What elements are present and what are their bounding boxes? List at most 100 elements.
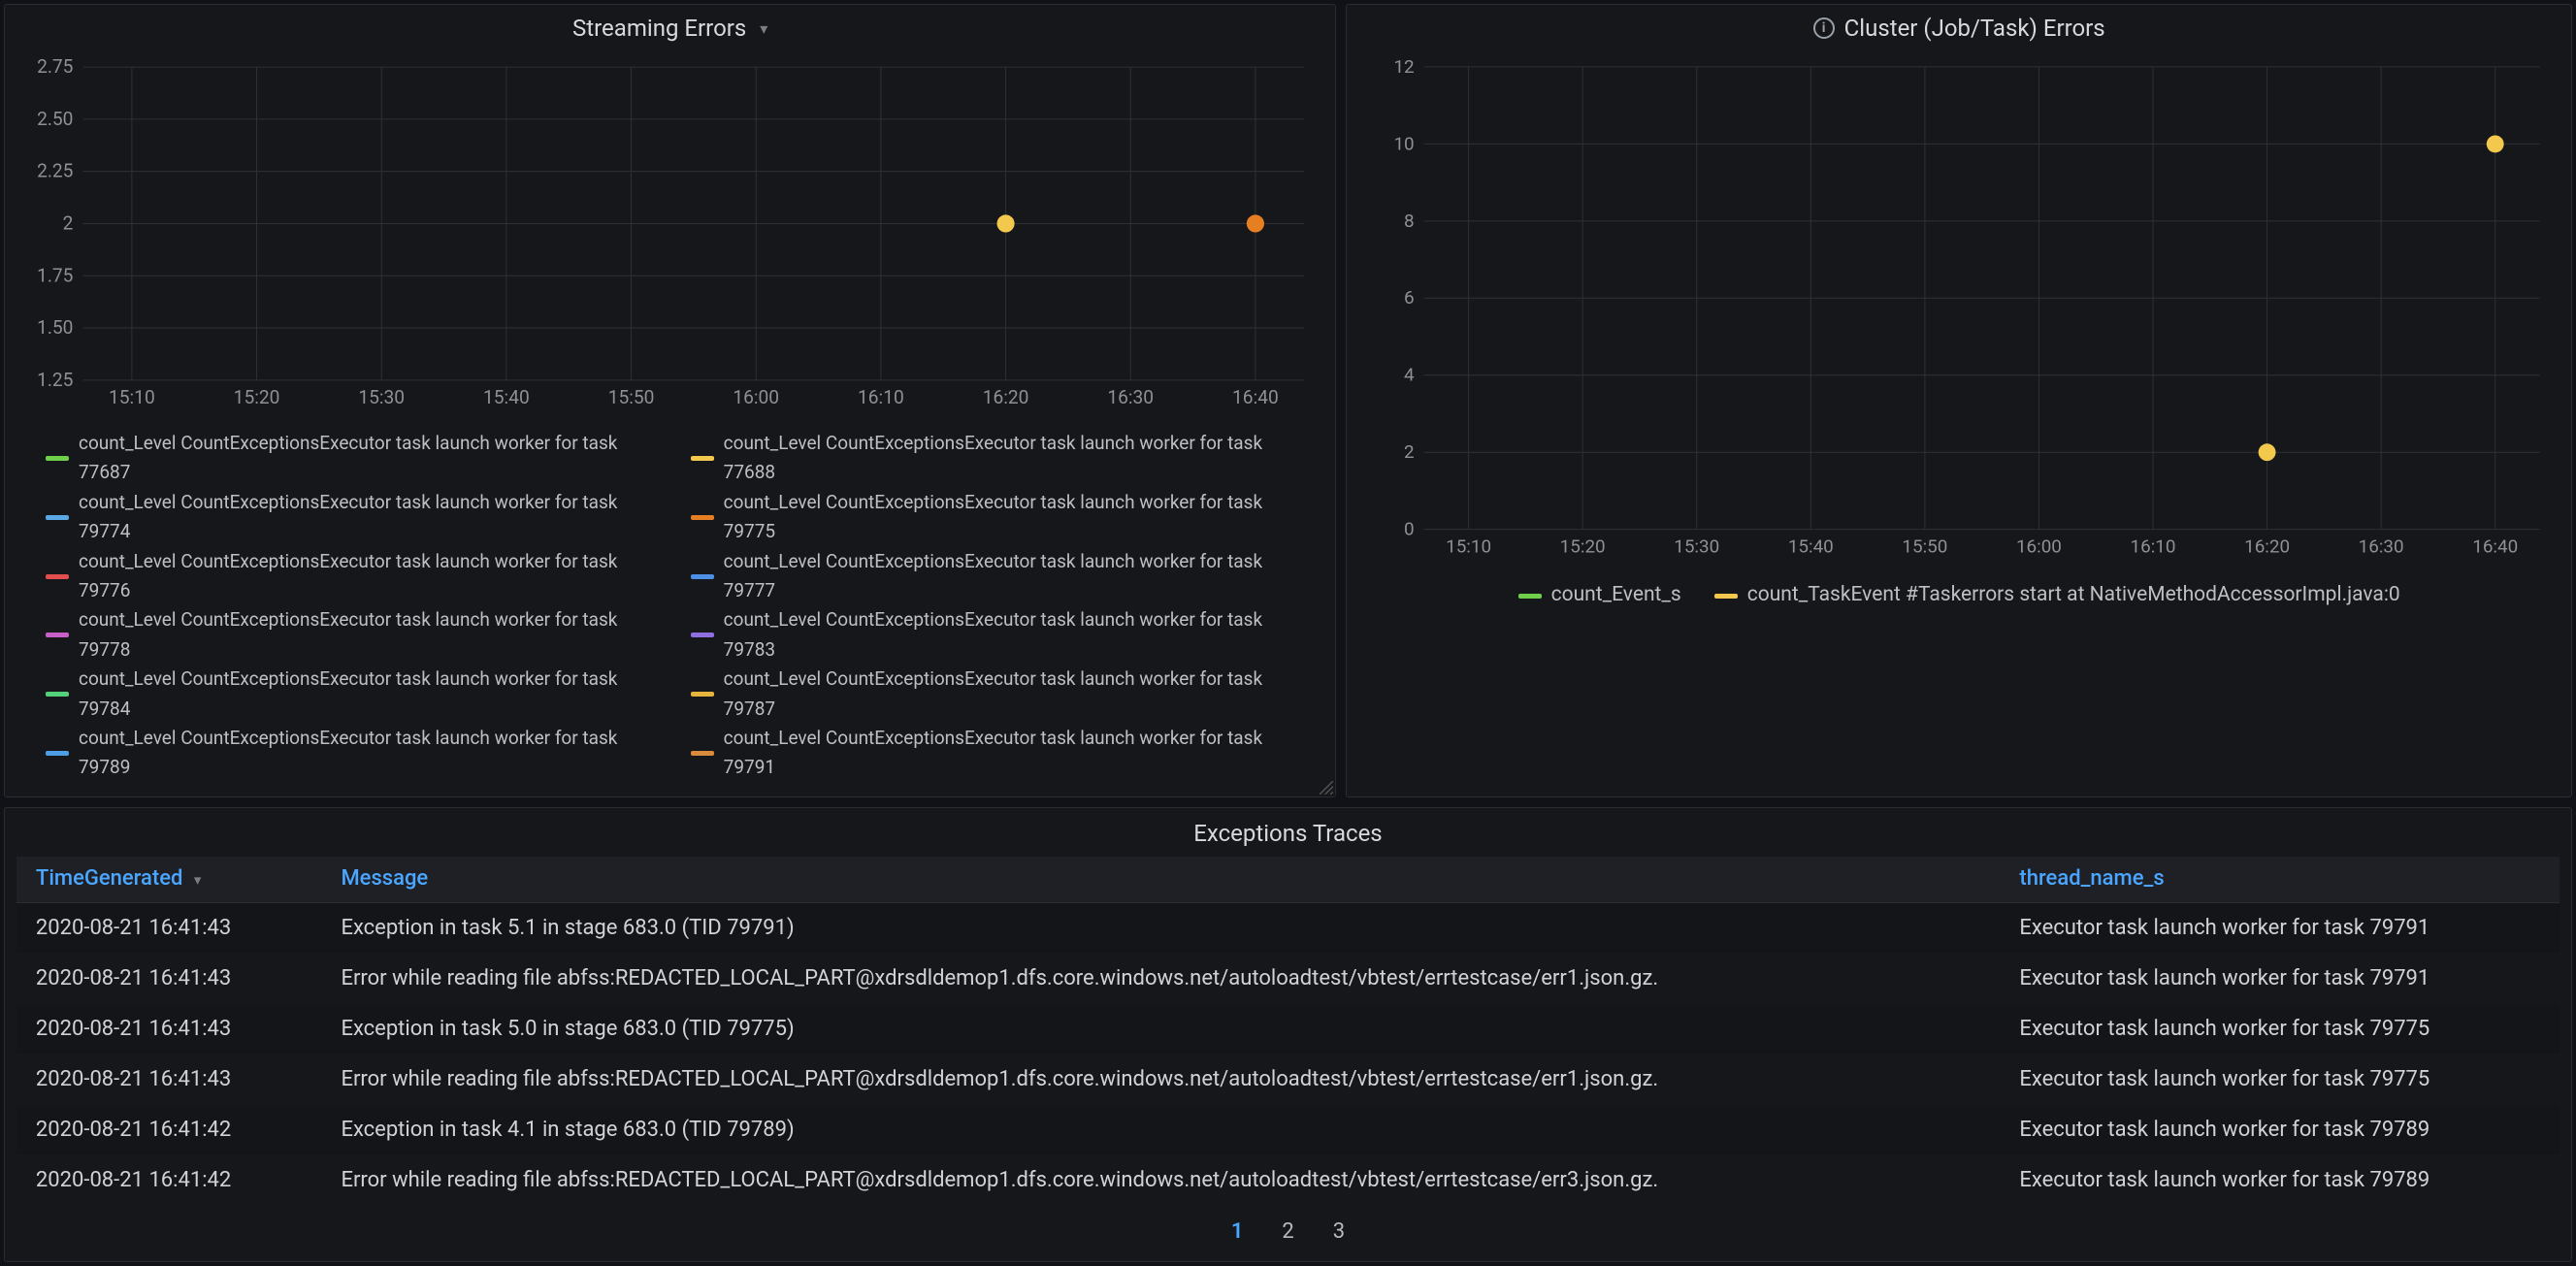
table-row[interactable]: 2020-08-21 16:41:42Error while reading f… <box>16 1154 2560 1205</box>
col-header-label: thread_name_s <box>2019 866 2164 891</box>
svg-text:16:20: 16:20 <box>2244 535 2290 557</box>
legend-swatch <box>1714 594 1738 599</box>
panel-exceptions-traces: Exceptions Traces TimeGenerated ▾ Messag… <box>4 807 2572 1262</box>
legend-label: count_Level CountExceptionsExecutor task… <box>724 547 1309 606</box>
cell-message: Error while reading file abfss:REDACTED_… <box>321 1154 2000 1205</box>
legend-item[interactable]: count_Level CountExceptionsExecutor task… <box>691 429 1309 488</box>
legend-label: count_Level CountExceptionsExecutor task… <box>724 665 1309 724</box>
chart-streaming[interactable]: 1.251.501.7522.252.502.7515:1015:2015:30… <box>5 48 1335 423</box>
col-header-label: TimeGenerated <box>36 866 183 891</box>
legend-label: count_Level CountExceptionsExecutor task… <box>79 429 664 488</box>
svg-text:16:20: 16:20 <box>983 386 1029 408</box>
svg-text:2: 2 <box>1404 440 1415 463</box>
legend-streaming: count_Level CountExceptionsExecutor task… <box>5 423 1335 796</box>
svg-text:15:10: 15:10 <box>109 386 155 408</box>
cell-thread: Executor task launch worker for task 797… <box>2000 902 2560 953</box>
legend-item[interactable]: count_Level CountExceptionsExecutor task… <box>46 605 664 665</box>
svg-text:15:10: 15:10 <box>1446 535 1491 557</box>
cell-message: Exception in task 4.1 in stage 683.0 (TI… <box>321 1104 2000 1154</box>
pagination: 1 2 3 <box>5 1206 2571 1261</box>
col-header-message[interactable]: Message <box>321 857 2000 903</box>
cell-thread: Executor task launch worker for task 797… <box>2000 1154 2560 1205</box>
page-3[interactable]: 3 <box>1333 1219 1345 1244</box>
svg-text:16:40: 16:40 <box>1232 386 1279 408</box>
legend-label: count_Level CountExceptionsExecutor task… <box>79 724 664 783</box>
legend-item[interactable]: count_TaskEvent #Taskerrors start at Nat… <box>1714 579 2400 612</box>
legend-item[interactable]: count_Level CountExceptionsExecutor task… <box>691 605 1309 665</box>
legend-item[interactable]: count_Level CountExceptionsExecutor task… <box>691 724 1309 783</box>
panel-title-table[interactable]: Exceptions Traces <box>5 808 2571 857</box>
svg-text:16:00: 16:00 <box>2016 535 2062 557</box>
cell-thread: Executor task launch worker for task 797… <box>2000 953 2560 1003</box>
cell-thread: Executor task launch worker for task 797… <box>2000 1054 2560 1104</box>
svg-text:15:40: 15:40 <box>483 386 530 408</box>
svg-text:1.50: 1.50 <box>37 316 73 339</box>
table-row[interactable]: 2020-08-21 16:41:43Exception in task 5.0… <box>16 1003 2560 1054</box>
legend-item[interactable]: count_Event_s <box>1518 579 1681 612</box>
svg-text:15:20: 15:20 <box>1560 535 1606 557</box>
table-row[interactable]: 2020-08-21 16:41:42Exception in task 4.1… <box>16 1104 2560 1154</box>
panel-cluster-errors: i Cluster (Job/Task) Errors 02468101215:… <box>1346 4 2572 797</box>
svg-text:15:30: 15:30 <box>1675 535 1720 557</box>
svg-text:10: 10 <box>1394 132 1415 154</box>
cell-thread: Executor task launch worker for task 797… <box>2000 1104 2560 1154</box>
svg-text:4: 4 <box>1404 364 1415 386</box>
legend-item[interactable]: count_Level CountExceptionsExecutor task… <box>46 429 664 488</box>
legend-item[interactable]: count_Level CountExceptionsExecutor task… <box>46 665 664 724</box>
svg-text:1.25: 1.25 <box>37 369 74 391</box>
panel-streaming-errors: Streaming Errors ▾ 1.251.501.7522.252.50… <box>4 4 1336 797</box>
table-row[interactable]: 2020-08-21 16:41:43Error while reading f… <box>16 953 2560 1003</box>
legend-swatch <box>1518 594 1542 599</box>
panel-title-cluster[interactable]: i Cluster (Job/Task) Errors <box>1347 5 2571 48</box>
cell-time: 2020-08-21 16:41:43 <box>16 1003 322 1054</box>
legend-label: count_Level CountExceptionsExecutor task… <box>79 547 664 606</box>
panel-title-streaming[interactable]: Streaming Errors ▾ <box>5 5 1335 48</box>
col-header-threadname[interactable]: thread_name_s <box>2000 857 2560 903</box>
svg-text:15:40: 15:40 <box>1788 535 1834 557</box>
svg-text:16:00: 16:00 <box>733 386 779 408</box>
svg-text:2.75: 2.75 <box>37 57 74 78</box>
resize-handle-icon[interactable] <box>1320 781 1333 795</box>
svg-text:2: 2 <box>63 212 74 235</box>
table-row[interactable]: 2020-08-21 16:41:43Exception in task 5.1… <box>16 902 2560 953</box>
panel-title-text: Cluster (Job/Task) Errors <box>1844 15 2105 42</box>
panel-title-text: Streaming Errors <box>572 15 746 42</box>
svg-text:16:30: 16:30 <box>2359 535 2404 557</box>
svg-text:15:30: 15:30 <box>358 386 405 408</box>
svg-text:2.50: 2.50 <box>37 108 73 130</box>
col-header-timegenerated[interactable]: TimeGenerated ▾ <box>16 857 322 903</box>
legend-swatch <box>46 751 69 756</box>
legend-item[interactable]: count_Level CountExceptionsExecutor task… <box>46 488 664 547</box>
cell-message: Error while reading file abfss:REDACTED_… <box>321 1054 2000 1104</box>
chevron-down-icon: ▾ <box>194 871 202 889</box>
legend-swatch <box>46 692 69 697</box>
legend-label: count_Level CountExceptionsExecutor task… <box>724 605 1309 665</box>
legend-swatch <box>691 574 714 579</box>
info-icon[interactable]: i <box>1813 17 1835 39</box>
legend-item[interactable]: count_Level CountExceptionsExecutor task… <box>691 547 1309 606</box>
legend-item[interactable]: count_Level CountExceptionsExecutor task… <box>691 665 1309 724</box>
legend-swatch <box>46 456 69 461</box>
legend-item[interactable]: count_Level CountExceptionsExecutor task… <box>691 488 1309 547</box>
legend-swatch <box>691 515 714 520</box>
page-2[interactable]: 2 <box>1282 1219 1293 1244</box>
legend-label: count_Level CountExceptionsExecutor task… <box>79 488 664 547</box>
svg-text:16:40: 16:40 <box>2473 535 2519 557</box>
chevron-down-icon: ▾ <box>760 19 767 38</box>
chart-cluster[interactable]: 02468101215:1015:2015:3015:4015:5016:001… <box>1347 48 2571 571</box>
legend-swatch <box>691 633 714 637</box>
cell-time: 2020-08-21 16:41:42 <box>16 1154 322 1205</box>
page-1[interactable]: 1 <box>1231 1219 1244 1244</box>
legend-label: count_Level CountExceptionsExecutor task… <box>79 605 664 665</box>
legend-swatch <box>691 751 714 756</box>
svg-text:1.75: 1.75 <box>37 264 74 286</box>
legend-label: count_Level CountExceptionsExecutor task… <box>724 429 1309 488</box>
table-row[interactable]: 2020-08-21 16:41:43Error while reading f… <box>16 1054 2560 1104</box>
svg-text:12: 12 <box>1394 57 1415 78</box>
legend-item[interactable]: count_Level CountExceptionsExecutor task… <box>46 547 664 606</box>
legend-swatch <box>46 515 69 520</box>
legend-item[interactable]: count_Level CountExceptionsExecutor task… <box>46 724 664 783</box>
svg-text:16:10: 16:10 <box>858 386 904 408</box>
legend-swatch <box>691 456 714 461</box>
svg-text:16:30: 16:30 <box>1107 386 1154 408</box>
